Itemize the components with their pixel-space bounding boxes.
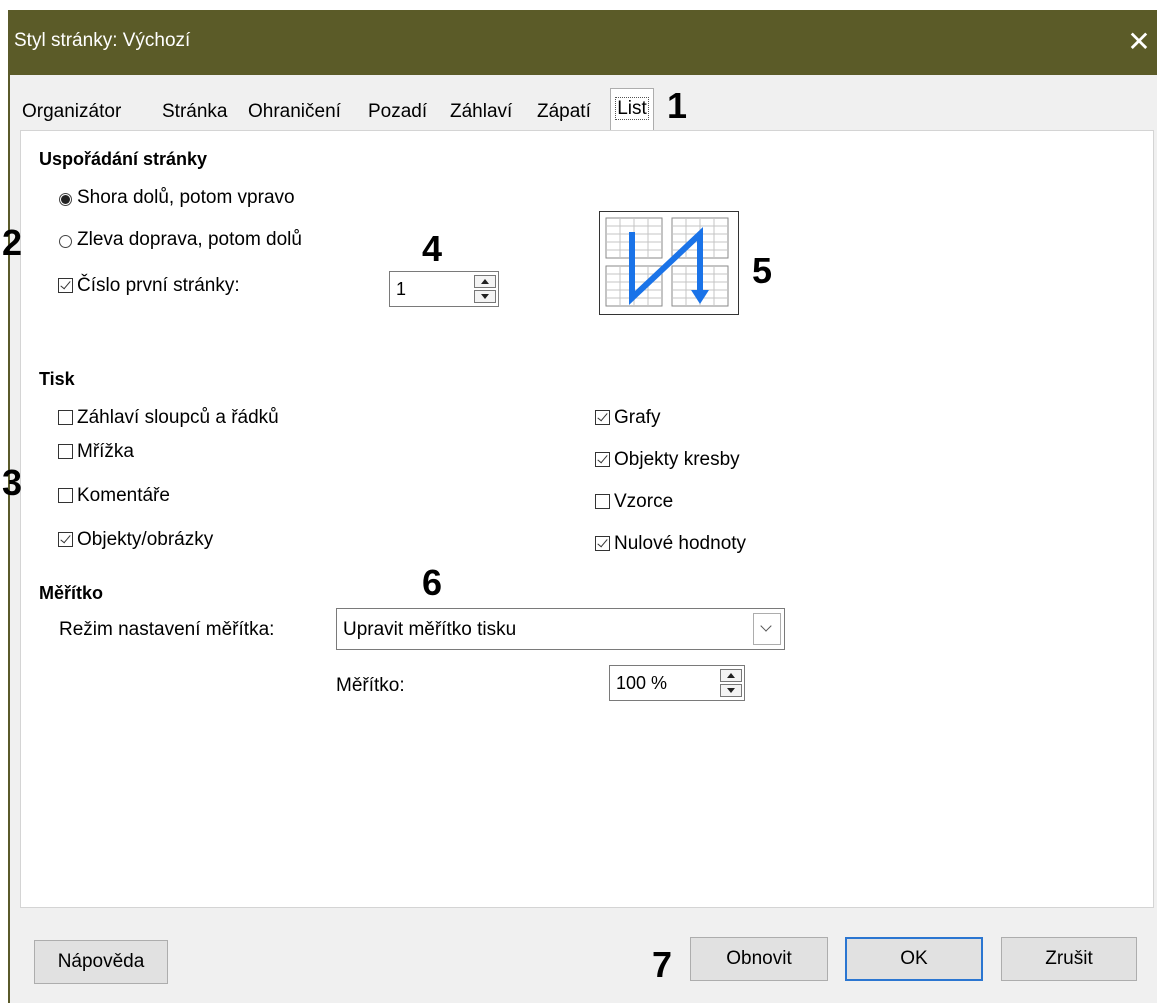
tab-sheet-label: List bbox=[615, 97, 649, 120]
scale-mode-dropdown[interactable]: Upravit měřítko tisku bbox=[336, 608, 785, 650]
tab-header[interactable]: Záhlaví bbox=[450, 92, 512, 130]
callout-1: 1 bbox=[667, 85, 688, 126]
first-page-value: 1 bbox=[396, 279, 407, 299]
chevron-down-icon[interactable] bbox=[753, 613, 781, 645]
scale-down-icon[interactable] bbox=[720, 684, 742, 697]
first-page-down-icon[interactable] bbox=[474, 290, 496, 303]
close-icon[interactable]: ✕ bbox=[1119, 22, 1157, 62]
radio-top-down-label: Shora dolů, potom vpravo bbox=[77, 187, 295, 208]
reset-button[interactable]: Obnovit bbox=[690, 937, 828, 981]
radio-left-right[interactable] bbox=[59, 235, 72, 248]
print-charts-checkbox[interactable] bbox=[595, 410, 610, 425]
print-zero-values-label: Nulové hodnoty bbox=[614, 533, 747, 554]
print-zero-values-checkbox[interactable] bbox=[595, 536, 610, 551]
print-objects-checkbox[interactable] bbox=[58, 532, 73, 547]
scale-spinbox[interactable]: 100 % bbox=[609, 665, 745, 701]
scale-mode-value: Upravit měřítko tisku bbox=[343, 619, 517, 640]
print-headers-checkbox[interactable] bbox=[58, 410, 73, 425]
help-button[interactable]: Nápověda bbox=[34, 940, 168, 984]
print-drawings-label: Objekty kresby bbox=[614, 449, 740, 470]
sheet-tab-panel: Uspořádání stránky Shora dolů, potom vpr… bbox=[20, 130, 1154, 908]
print-headers-label: Záhlaví sloupců a řádků bbox=[77, 407, 279, 428]
tab-footer[interactable]: Zápatí bbox=[537, 92, 591, 130]
page-order-preview-icon bbox=[605, 217, 729, 307]
print-charts-label: Grafy bbox=[614, 407, 661, 428]
scale-value: 100 % bbox=[616, 673, 668, 693]
scale-up-icon[interactable] bbox=[720, 669, 742, 682]
tab-page[interactable]: Stránka bbox=[162, 92, 227, 130]
print-grid-label: Mřížka bbox=[77, 441, 134, 462]
first-page-checkbox[interactable] bbox=[58, 278, 73, 293]
page-order-preview bbox=[599, 211, 739, 315]
callout-3: 3 bbox=[2, 462, 23, 503]
window-title: Styl stránky: Výchozí bbox=[14, 30, 191, 51]
first-page-spinbox[interactable]: 1 bbox=[389, 271, 499, 307]
callout-4: 4 bbox=[422, 228, 443, 269]
print-drawings-checkbox[interactable] bbox=[595, 452, 610, 467]
title-bar: Styl stránky: Výchozí ✕ bbox=[10, 10, 1157, 75]
callout-5: 5 bbox=[752, 250, 773, 291]
print-formulas-checkbox[interactable] bbox=[595, 494, 610, 509]
cancel-button[interactable]: Zrušit bbox=[1001, 937, 1137, 981]
tab-sheet[interactable]: List bbox=[610, 88, 654, 131]
first-page-label: Číslo první stránky: bbox=[77, 275, 240, 296]
scale-heading: Měřítko bbox=[39, 583, 104, 603]
callout-7: 7 bbox=[652, 944, 673, 985]
page-order-heading: Uspořádání stránky bbox=[39, 149, 208, 169]
radio-left-right-label: Zleva doprava, potom dolů bbox=[77, 229, 302, 250]
tab-borders[interactable]: Ohraničení bbox=[248, 92, 341, 130]
ok-button[interactable]: OK bbox=[845, 937, 983, 981]
print-formulas-label: Vzorce bbox=[614, 491, 674, 512]
print-comments-checkbox[interactable] bbox=[58, 488, 73, 503]
tab-organizer[interactable]: Organizátor bbox=[22, 92, 121, 130]
scale-mode-label: Režim nastavení měřítka: bbox=[59, 619, 275, 640]
callout-2: 2 bbox=[2, 222, 23, 263]
print-grid-checkbox[interactable] bbox=[58, 444, 73, 459]
tab-background[interactable]: Pozadí bbox=[368, 92, 427, 130]
print-objects-label: Objekty/obrázky bbox=[77, 529, 214, 550]
radio-top-down[interactable] bbox=[59, 193, 72, 206]
first-page-up-icon[interactable] bbox=[474, 275, 496, 288]
print-heading: Tisk bbox=[39, 369, 75, 389]
callout-6: 6 bbox=[422, 562, 443, 603]
print-comments-label: Komentáře bbox=[77, 485, 170, 506]
scale-label: Měřítko: bbox=[336, 675, 405, 696]
